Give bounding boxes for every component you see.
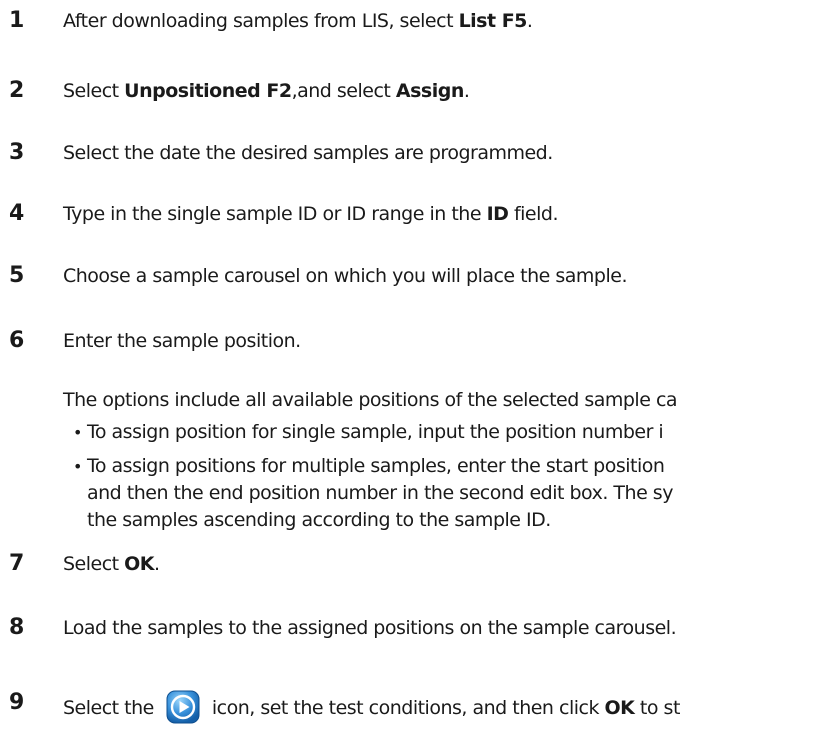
step-3-text: Select the date the desired samples are … — [63, 142, 553, 164]
step-7-text: Select OK. — [63, 553, 160, 575]
ok-label: OK — [124, 553, 155, 575]
id-field-label: ID — [486, 203, 509, 225]
step-6-bullet-2: • To assign positions for multiple sample… — [73, 453, 665, 480]
run-play-icon — [166, 690, 200, 724]
step-2-text: Select Unpositioned F2,and select Assign… — [63, 80, 470, 102]
step-number-3: 3 — [9, 140, 25, 165]
bullet-icon: • — [73, 423, 82, 442]
step-number-7: 7 — [9, 551, 25, 576]
step-number-2: 2 — [9, 78, 25, 103]
step-1-text: After downloading samples from LIS, sele… — [63, 10, 533, 32]
step-5-text: Choose a sample carousel on which you wi… — [63, 265, 628, 287]
assign-label: Assign — [395, 80, 464, 102]
step-number-6: 6 — [9, 328, 25, 353]
unpositioned-f2-label: Unpositioned F2 — [124, 80, 292, 102]
step-8-text: Load the samples to the assigned positio… — [63, 617, 677, 639]
step-6-text: Enter the sample position. — [63, 330, 301, 352]
list-f5-label: List F5 — [458, 10, 528, 32]
step-number-5: 5 — [9, 263, 25, 288]
bullet-icon: • — [73, 457, 82, 476]
step-6-note: The options include all available positi… — [63, 389, 678, 411]
step-4-text: Type in the single sample ID or ID range… — [63, 203, 558, 225]
step-number-9: 9 — [9, 690, 25, 715]
step-number-8: 8 — [9, 615, 25, 640]
step-6-bullet-2-line-2: and then the end position number in the … — [87, 482, 673, 504]
step-6-bullet-1: • To assign position for single sample, i… — [73, 419, 664, 446]
step-9-text: Select the icon, set the test conditions… — [63, 690, 680, 724]
ok-label: OK — [604, 697, 635, 719]
step-number-1: 1 — [9, 8, 25, 33]
instruction-document: 1 After downloading samples from LIS, se… — [0, 0, 813, 743]
step-number-4: 4 — [9, 201, 25, 226]
step-6-bullet-2-line-3: the samples ascending according to the s… — [87, 509, 551, 531]
